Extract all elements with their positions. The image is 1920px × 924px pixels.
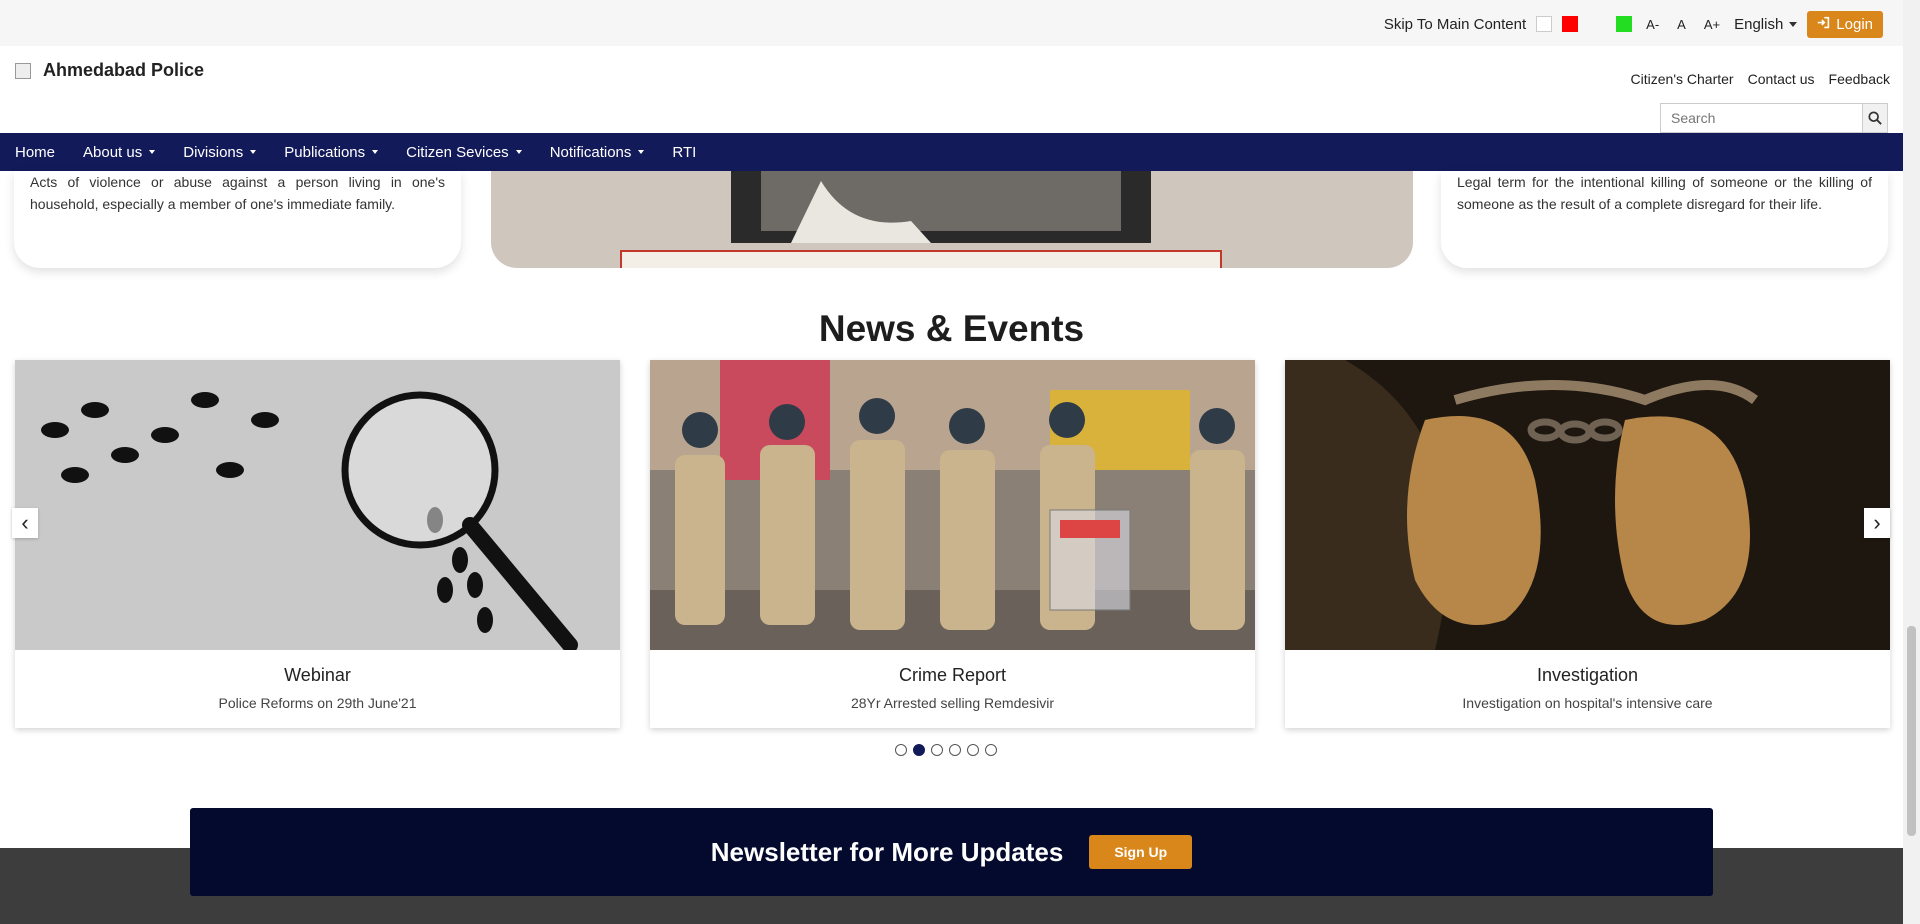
page-scrollbar[interactable]: [1903, 0, 1920, 924]
magnifier-footprints-image: [15, 360, 620, 650]
search-box: [1660, 103, 1888, 133]
language-dropdown[interactable]: English: [1734, 15, 1798, 33]
nav-item-publications[interactable]: Publications: [284, 143, 379, 161]
carousel-dot-active[interactable]: [913, 744, 925, 756]
news-events-heading: News & Events: [818, 308, 1085, 349]
utility-controls: Skip To Main Content A- A A+ English Log…: [1384, 10, 1883, 38]
nav-label: Citizen Sevices: [406, 143, 509, 161]
crime-card-description: Acts of violence or abuse against a pers…: [30, 174, 445, 212]
carousel-pagination: [895, 744, 997, 756]
theme-swatch-green[interactable]: [1616, 16, 1633, 32]
nav-label: Home: [15, 143, 56, 161]
newsletter-text: Newsletter for More Updates: [710, 836, 1064, 867]
main-navigation: Home About us Divisions Publications Cit…: [0, 133, 1918, 171]
carousel-next-button[interactable]: ›: [1864, 508, 1890, 538]
news-card-title: Webinar: [284, 665, 351, 685]
crime-card-image: [491, 171, 1413, 268]
handcuffs-image: [1285, 360, 1890, 650]
nav-label: Publications: [284, 143, 366, 161]
top-utility-bar: Skip To Main Content A- A A+ English Log…: [0, 0, 1903, 46]
news-card-webinar[interactable]: Webinar Police Reforms on 29th June'21: [15, 360, 620, 728]
login-label: Login: [1836, 15, 1873, 33]
carousel-dot[interactable]: [967, 744, 979, 756]
scrollbar-thumb[interactable]: [1907, 626, 1916, 836]
caret-down-icon: [149, 150, 156, 154]
site-brand[interactable]: Ahmedabad Police: [15, 60, 204, 81]
crime-card-description: Legal term for the intentional killing o…: [1457, 174, 1872, 212]
theme-swatch-white[interactable]: [1536, 16, 1553, 32]
skip-to-main-link[interactable]: Skip To Main Content: [1384, 16, 1526, 33]
nav-item-notifications[interactable]: Notifications: [550, 144, 645, 161]
contact-us-link[interactable]: Contact us: [1748, 71, 1815, 87]
nav-label: RTI: [672, 143, 697, 161]
news-card-subtitle: Investigation on hospital's intensive ca…: [1462, 695, 1713, 711]
newsletter-banner: Newsletter for More Updates Sign Up: [190, 808, 1713, 896]
news-card-crime-report[interactable]: Crime Report 28Yr Arrested selling Remde…: [650, 360, 1255, 728]
citizens-charter-link[interactable]: Citizen's Charter: [1631, 71, 1734, 87]
police-officers-image: [650, 360, 1255, 650]
caret-down-icon: [372, 150, 379, 154]
language-label: English: [1734, 15, 1784, 33]
carousel-dot[interactable]: [931, 744, 943, 756]
carousel-dot[interactable]: [949, 744, 961, 756]
news-card-image: [1285, 360, 1890, 650]
caret-down-icon: [638, 150, 645, 154]
font-reset-button[interactable]: A: [1677, 17, 1686, 32]
news-card-title: Investigation: [1536, 665, 1639, 685]
news-card-subtitle: Police Reforms on 29th June'21: [218, 695, 417, 711]
news-card-subtitle: 28Yr Arrested selling Remdesivir: [850, 695, 1055, 711]
theme-swatch-red[interactable]: [1562, 16, 1579, 32]
news-card-image: [15, 360, 620, 650]
news-card-title: Crime Report: [898, 665, 1007, 685]
font-decrease-button[interactable]: A-: [1646, 17, 1659, 32]
crime-card-murder[interactable]: Legal term for the intentional killing o…: [1441, 171, 1888, 268]
feedback-link[interactable]: Feedback: [1829, 71, 1890, 87]
nav-item-citizen-services[interactable]: Citizen Sevices: [406, 144, 522, 161]
chevron-left-icon: ‹: [21, 510, 29, 535]
crime-photo-illustration: [491, 171, 1413, 268]
login-button[interactable]: Login: [1807, 10, 1883, 38]
news-card-investigation[interactable]: Investigation Investigation on hospital'…: [1285, 360, 1890, 728]
nav-label: Notifications: [549, 143, 632, 161]
chevron-down-icon: [1789, 21, 1798, 27]
site-title: Ahmedabad Police: [43, 60, 205, 80]
header-links: Citizen's Charter Contact us Feedback: [1631, 71, 1890, 87]
site-logo-image: [15, 62, 31, 79]
crime-card-domestic-violence[interactable]: Acts of violence or abuse against a pers…: [14, 171, 461, 268]
carousel-prev-button[interactable]: ‹: [12, 508, 38, 538]
news-card-image: [650, 360, 1255, 650]
search-input[interactable]: [1661, 104, 1862, 132]
nav-item-divisions[interactable]: Divisions: [183, 143, 257, 161]
search-icon: [1868, 111, 1882, 125]
nav-item-about-us[interactable]: About us: [83, 143, 156, 161]
caret-down-icon: [515, 150, 522, 154]
nav-item-rti[interactable]: RTI: [672, 144, 696, 161]
font-increase-button[interactable]: A+: [1704, 17, 1720, 32]
caret-down-icon: [250, 150, 257, 154]
nav-label: Divisions: [183, 143, 244, 161]
carousel-dot[interactable]: [985, 744, 997, 756]
nav-label: About us: [83, 143, 143, 161]
carousel-dot[interactable]: [895, 744, 907, 756]
sign-in-icon: [1817, 16, 1830, 32]
nav-item-home[interactable]: Home: [15, 144, 55, 161]
sign-up-button[interactable]: Sign Up: [1089, 835, 1193, 869]
chevron-right-icon: ›: [1873, 510, 1881, 535]
search-button[interactable]: [1862, 104, 1887, 132]
